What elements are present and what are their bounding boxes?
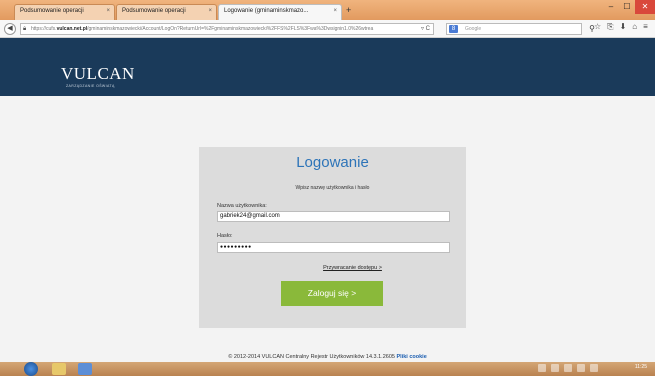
tab-logowanie[interactable]: Logowanie (gminaminskmazo... ×	[218, 4, 342, 20]
bookmarks-icon[interactable]: ⎘	[607, 22, 613, 32]
copyright-text: © 2012-2014 VULCAN Centralny Rejestr Uży…	[228, 354, 395, 360]
password-label: Hasło:	[217, 233, 233, 239]
tray-icon[interactable]	[538, 364, 546, 372]
search-placeholder: Google	[465, 26, 482, 32]
tray-icon[interactable]	[564, 364, 572, 372]
bookmark-star-icon[interactable]: ☆	[594, 22, 601, 32]
start-button[interactable]	[24, 362, 38, 376]
tab-close-icon[interactable]: ×	[333, 8, 337, 14]
username-field[interactable]: gabriek24@gmail.com	[217, 211, 450, 222]
login-subtitle: Wpisz nazwę użytkownika i hasło	[295, 185, 370, 191]
tab-label: Podsumowanie operacji	[122, 8, 186, 14]
tab-podsumowanie-1[interactable]: Podsumowanie operacji ×	[14, 4, 115, 20]
tab-label: Logowanie (gminaminskmazo...	[224, 8, 309, 14]
recover-access-link[interactable]: Przywracanie dostępu >	[199, 265, 466, 271]
tray-icon[interactable]	[551, 364, 559, 372]
window-controls: – ☐ ✕	[603, 0, 655, 14]
search-input[interactable]: 8 Google ⚲	[446, 23, 595, 35]
download-icon[interactable]: ⬇	[620, 22, 627, 32]
taskbar-clock[interactable]: 11:25	[635, 364, 647, 370]
tab-podsumowanie-2[interactable]: Podsumowanie operacji ×	[116, 4, 217, 20]
system-tray	[538, 364, 598, 372]
tray-icon[interactable]	[577, 364, 585, 372]
url-domain: vulcan.net.pl	[56, 26, 88, 32]
os-taskbar: 11:25	[0, 362, 655, 376]
tab-close-icon[interactable]: ×	[208, 8, 212, 14]
url-path: /gminaminskmazowiecki/Account/LogOn?Retu…	[87, 26, 374, 32]
vulcan-logo[interactable]: VULCAN	[61, 64, 135, 84]
minimize-button[interactable]: –	[603, 0, 619, 14]
maximize-button[interactable]: ☐	[619, 0, 635, 14]
search-engine-icon[interactable]: 8	[449, 25, 458, 33]
tab-label: Podsumowanie operacji	[20, 8, 84, 14]
cookie-link[interactable]: Pliki cookie	[396, 354, 426, 360]
browser-toolbar: ☆ ⎘ ⬇ ⌂ ≡	[594, 22, 648, 32]
page-footer: © 2012-2014 VULCAN Centralny Rejestr Uży…	[0, 354, 655, 360]
login-panel: Logowanie Wpisz nazwę użytkownika i hasł…	[199, 147, 466, 328]
new-tab-button[interactable]: +	[346, 5, 351, 15]
browser-nav-bar: ◀ 🔒︎ https://cufs.vulcan.net.pl/gminamin…	[0, 20, 655, 38]
home-icon[interactable]: ⌂	[632, 22, 637, 32]
username-label: Nazwa użytkownika:	[217, 203, 267, 209]
back-button[interactable]: ◀	[4, 23, 16, 35]
file-explorer-icon[interactable]	[52, 363, 66, 375]
lock-icon: 🔒︎	[23, 26, 27, 32]
url-prefix: https://cufs.	[31, 26, 57, 32]
browser-tab-bar: Podsumowanie operacji × Podsumowanie ope…	[0, 0, 655, 20]
tab-close-icon[interactable]: ×	[106, 8, 110, 14]
password-field[interactable]: ●●●●●●●●●	[217, 242, 450, 253]
taskbar-app-icon[interactable]	[78, 363, 92, 375]
reload-icon[interactable]: ▿ C	[421, 24, 430, 34]
login-title: Logowanie	[296, 154, 369, 171]
tray-icon[interactable]	[590, 364, 598, 372]
menu-icon[interactable]: ≡	[643, 22, 648, 32]
address-bar[interactable]: 🔒︎ https://cufs.vulcan.net.pl/gminaminsk…	[20, 23, 434, 35]
close-window-button[interactable]: ✕	[635, 0, 655, 14]
logo-subtitle: ZARZĄDZANIE OŚWIATĄ	[66, 84, 115, 88]
login-button[interactable]: Zaloguj się >	[281, 281, 383, 306]
